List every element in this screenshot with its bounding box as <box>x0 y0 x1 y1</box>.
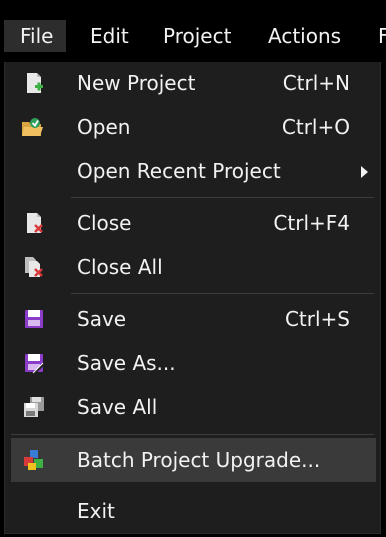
menu-project[interactable]: Project <box>163 20 231 52</box>
menu-separator <box>71 197 374 198</box>
menu-item-label: Exit <box>77 499 115 523</box>
new-project-icon <box>27 73 43 93</box>
menu-item-shortcut: Ctrl+O <box>281 115 350 139</box>
menu-edit[interactable]: Edit <box>90 20 129 52</box>
close-document-icon <box>27 213 43 233</box>
menu-project-label: Project <box>163 24 232 48</box>
menu-overflow[interactable]: F <box>378 20 386 52</box>
menu-file[interactable]: File <box>4 20 66 52</box>
submenu-arrow-icon <box>361 166 368 178</box>
close-all-documents-icon <box>25 257 43 277</box>
menu-item-shortcut: Ctrl+F4 <box>273 211 350 235</box>
menu-item-label: Save All <box>77 395 158 419</box>
menu-item-label: Save As... <box>77 351 176 375</box>
menu-bar: File Edit Project Actions F <box>0 0 386 62</box>
file-menu-dropdown: New Project Ctrl+N Open Ctrl+O Open Rece… <box>4 62 381 534</box>
menu-separator <box>71 293 374 294</box>
menu-item-open[interactable]: Open Ctrl+O <box>7 106 378 148</box>
menu-item-exit[interactable]: Exit <box>7 490 378 532</box>
batch-upgrade-icon <box>24 450 43 470</box>
save-as-icon <box>25 354 45 374</box>
menu-item-label: Close All <box>77 255 163 279</box>
menu-item-label: Open <box>77 115 131 139</box>
menu-item-label: New Project <box>77 71 196 95</box>
menu-item-batch-project-upgrade[interactable]: Batch Project Upgrade... <box>11 438 376 482</box>
menu-item-save-as[interactable]: Save As... <box>7 342 378 384</box>
menu-item-label: Close <box>77 211 132 235</box>
menu-item-label: Open Recent Project <box>77 159 281 183</box>
menu-item-new-project[interactable]: New Project Ctrl+N <box>7 62 378 104</box>
save-all-icon <box>24 397 44 417</box>
menu-actions-label: Actions <box>268 24 342 48</box>
menu-separator <box>11 434 374 435</box>
menu-file-label: File <box>20 24 54 48</box>
menu-item-save-all[interactable]: Save All <box>7 386 378 428</box>
menu-item-shortcut: Ctrl+S <box>284 307 350 331</box>
menu-item-save[interactable]: Save Ctrl+S <box>7 298 378 340</box>
menu-item-label: Save <box>77 307 127 331</box>
menu-item-close-all[interactable]: Close All <box>7 246 378 288</box>
save-icon <box>25 310 43 328</box>
menu-item-open-recent-project[interactable]: Open Recent Project <box>7 150 378 192</box>
menu-item-shortcut: Ctrl+N <box>282 71 350 95</box>
menu-edit-label: Edit <box>90 24 129 48</box>
menu-overflow-label: F <box>378 24 386 48</box>
menu-item-label: Batch Project Upgrade... <box>77 448 321 472</box>
open-folder-icon <box>22 118 43 136</box>
menu-actions[interactable]: Actions <box>268 20 341 52</box>
menu-item-close[interactable]: Close Ctrl+F4 <box>7 202 378 244</box>
